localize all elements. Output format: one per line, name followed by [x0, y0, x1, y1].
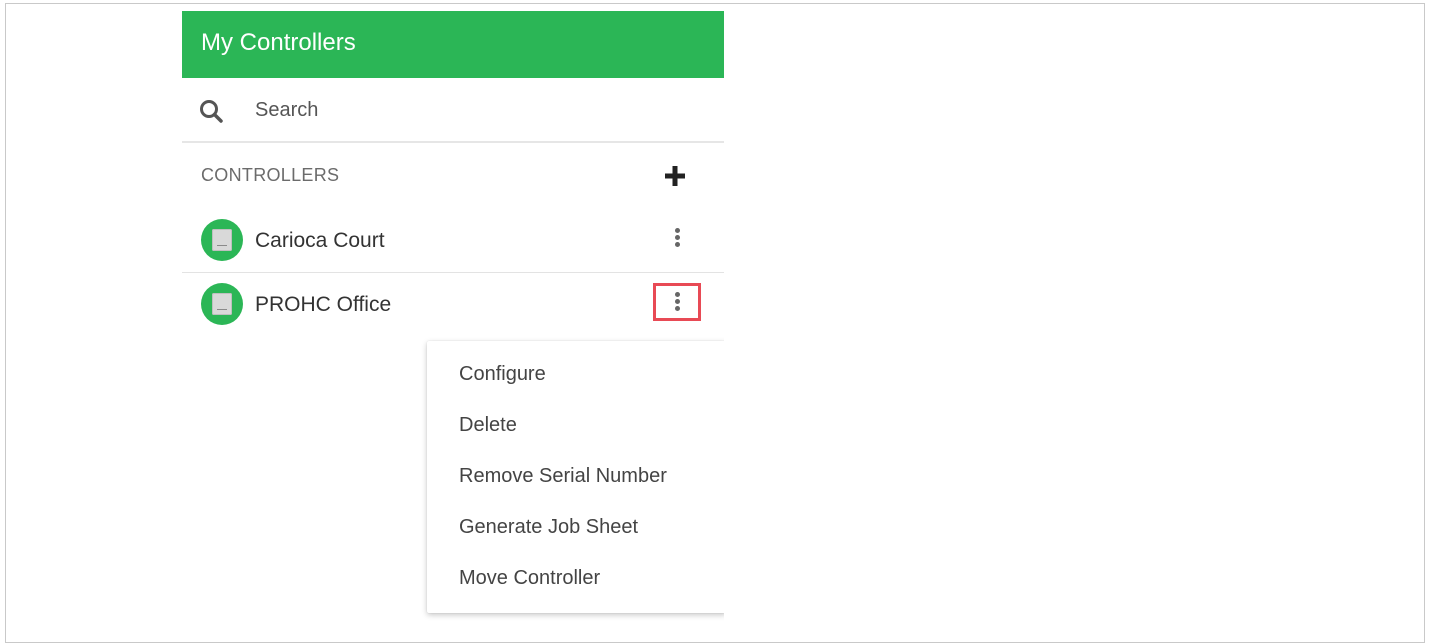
controllers-section-header: CONTROLLERS — [182, 143, 724, 209]
menu-item-configure[interactable]: Configure — [459, 363, 546, 386]
controller-name: Carioca Court — [255, 229, 385, 252]
search-icon — [200, 100, 223, 123]
search-bar — [182, 78, 724, 143]
menu-item-move-controller[interactable]: Move Controller — [459, 567, 600, 590]
search-input[interactable] — [255, 92, 695, 128]
controller-avatar — [201, 219, 243, 261]
controller-item[interactable]: PROHC Office — [182, 273, 724, 337]
controller-item[interactable]: Carioca Court — [182, 209, 724, 273]
controller-name: PROHC Office — [255, 293, 392, 316]
controller-device-icon — [212, 293, 232, 315]
menu-clip-mask — [724, 330, 744, 630]
controller-avatar — [201, 283, 243, 325]
more-options-button[interactable] — [653, 219, 701, 257]
menu-item-remove-serial-number[interactable]: Remove Serial Number — [459, 465, 667, 488]
more-vert-icon — [675, 228, 680, 248]
panel-title: My Controllers — [201, 29, 356, 56]
more-vert-icon — [675, 292, 680, 312]
panel-header: My Controllers — [182, 11, 724, 78]
more-options-button-highlighted[interactable] — [653, 283, 701, 321]
add-controller-button[interactable] — [662, 163, 688, 189]
controller-context-menu: Configure Delete Remove Serial Number Ge… — [427, 341, 727, 613]
section-label: CONTROLLERS — [201, 165, 340, 185]
menu-item-generate-job-sheet[interactable]: Generate Job Sheet — [459, 516, 638, 539]
menu-item-delete[interactable]: Delete — [459, 414, 517, 437]
controller-device-icon — [212, 229, 232, 251]
